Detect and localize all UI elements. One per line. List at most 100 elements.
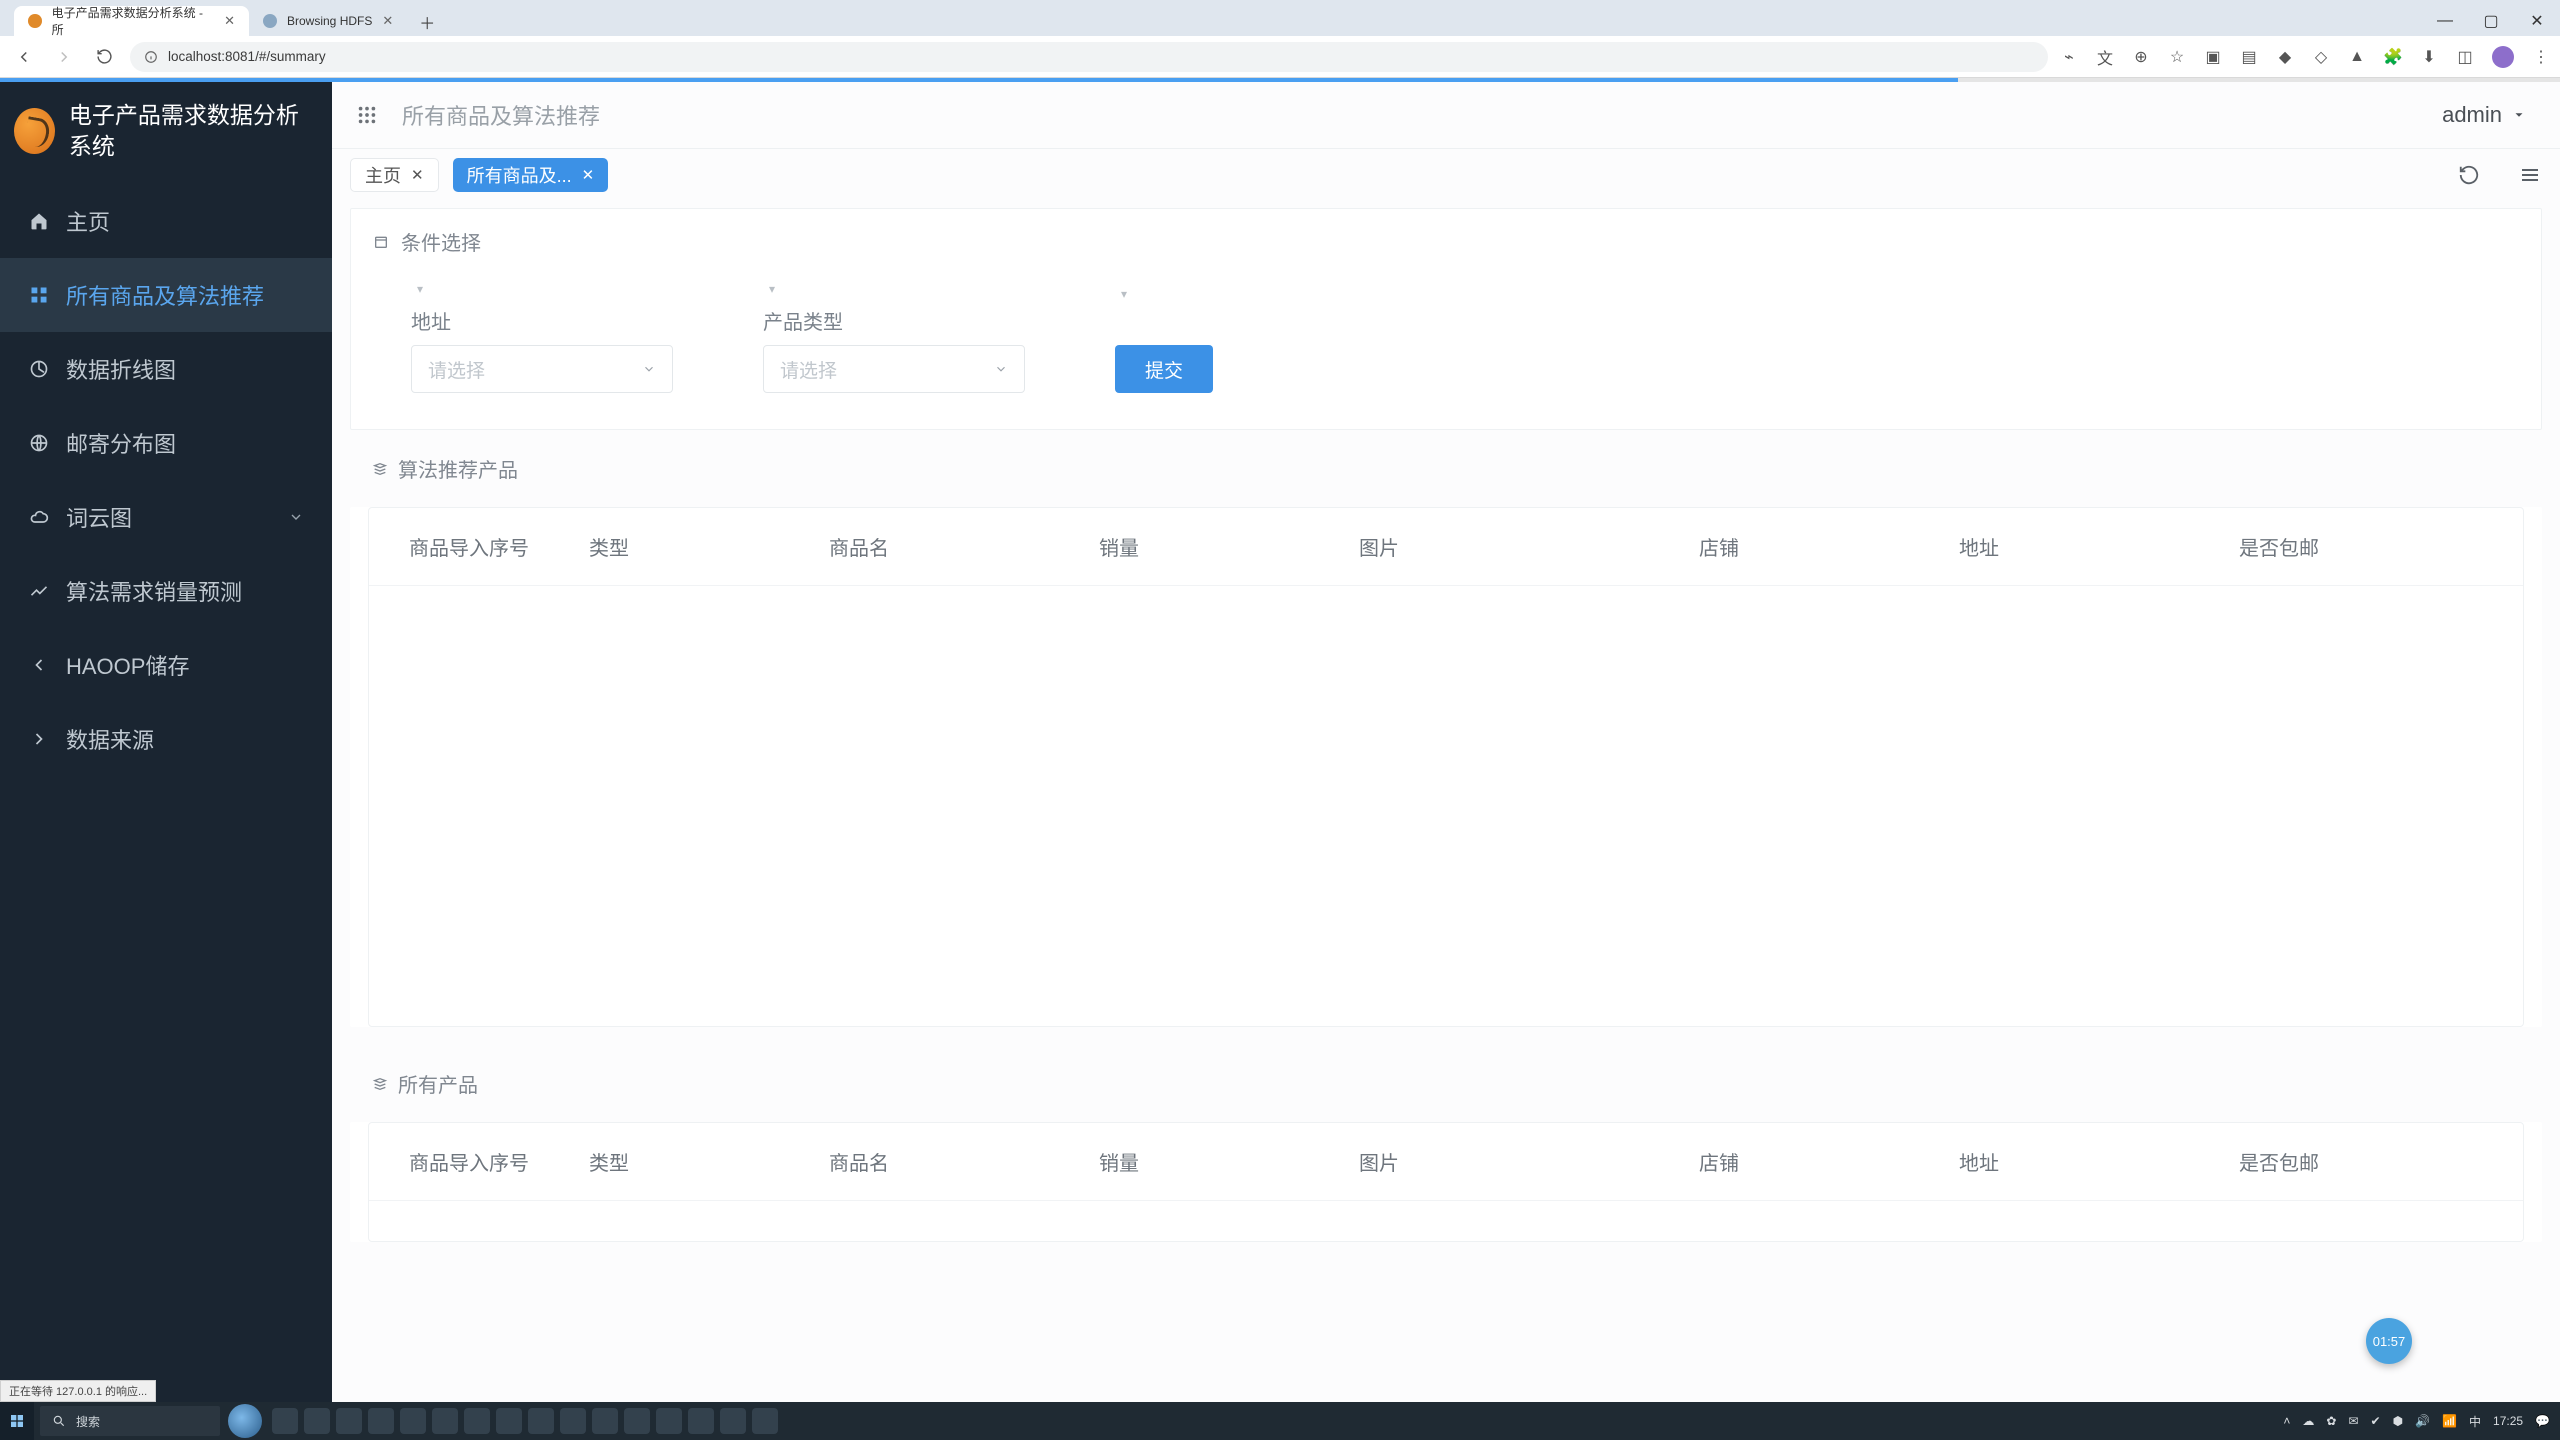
forward-button[interactable] xyxy=(50,43,78,71)
filter-panel: 条件选择 ▾ 地址 请选择 ▾ 产品类型 xyxy=(350,208,2542,430)
kebab-icon[interactable]: ⋮ xyxy=(2532,48,2550,66)
select-placeholder: 请选择 xyxy=(428,356,485,383)
taskbar-app-icon[interactable] xyxy=(720,1408,746,1434)
tray-icon[interactable]: ✿ xyxy=(2326,1414,2336,1428)
taskbar-time[interactable]: 17:25 xyxy=(2493,1414,2523,1428)
taskbar-app-icon[interactable] xyxy=(272,1408,298,1434)
close-icon[interactable]: ✕ xyxy=(582,166,595,184)
taskbar-app-icon[interactable] xyxy=(560,1408,586,1434)
url-field[interactable]: localhost:8081/#/summary xyxy=(130,42,2048,72)
star-icon[interactable]: ☆ xyxy=(2168,48,2186,66)
sidebar-item-home[interactable]: 主页 xyxy=(0,184,332,258)
taskbar-app-icon[interactable] xyxy=(624,1408,650,1434)
sidebar-item-data-source[interactable]: 数据来源 xyxy=(0,702,332,776)
tray-icon[interactable]: ⬢ xyxy=(2393,1414,2403,1428)
taskbar-app-icon[interactable] xyxy=(464,1408,490,1434)
taskbar-app-icon[interactable] xyxy=(304,1408,330,1434)
chevron-down-icon xyxy=(642,362,656,376)
taskbar-app-icon[interactable] xyxy=(752,1408,778,1434)
new-tab-button[interactable]: ＋ xyxy=(413,8,441,36)
taskbar-app-icon[interactable] xyxy=(592,1408,618,1434)
sidebar-item-label: 数据折线图 xyxy=(66,353,176,385)
taskbar-app-icon[interactable] xyxy=(432,1408,458,1434)
reload-button[interactable] xyxy=(90,43,118,71)
status-strip: 正在等待 127.0.0.1 的响应... xyxy=(0,1380,156,1402)
taskbar-app-icon[interactable] xyxy=(496,1408,522,1434)
ext-4-icon[interactable]: ◇ xyxy=(2312,48,2330,66)
rec-table: 商品导入序号 类型 商品名 销量 图片 店铺 地址 是否包邮 xyxy=(368,507,2524,1027)
ext-5-icon[interactable]: ▲ xyxy=(2348,48,2366,66)
all-panel: 商品导入序号 类型 商品名 销量 图片 店铺 地址 是否包邮 xyxy=(350,1122,2542,1242)
taskbar-app-icon[interactable] xyxy=(656,1408,682,1434)
sidepanel-icon[interactable]: ◫ xyxy=(2456,48,2474,66)
trend-icon xyxy=(28,581,50,601)
sidebar-item-hadoop[interactable]: HAOOP储存 xyxy=(0,628,332,702)
sidebar-item-all-products[interactable]: 所有商品及算法推荐 xyxy=(0,258,332,332)
minimize-button[interactable]: — xyxy=(2422,6,2468,36)
settings-lines-icon[interactable] xyxy=(2518,163,2542,187)
float-timer-badge[interactable]: 01:57 xyxy=(2366,1318,2412,1364)
brand-logo-icon xyxy=(14,108,55,154)
zoom-icon[interactable]: ⊕ xyxy=(2132,48,2150,66)
user-menu[interactable]: admin xyxy=(2442,102,2526,128)
address-select[interactable]: 请选择 xyxy=(411,345,673,393)
download-icon[interactable]: ⬇ xyxy=(2420,48,2438,66)
arrow-right-icon xyxy=(28,729,50,749)
taskbar-app-icon[interactable] xyxy=(688,1408,714,1434)
loading-progress xyxy=(0,78,2560,82)
tray-chevron-icon[interactable]: ˄ xyxy=(2283,1414,2290,1428)
sidebar-item-forecast[interactable]: 算法需求销量预测 xyxy=(0,554,332,628)
chevron-down-icon xyxy=(994,362,1008,376)
taskbar-app-icon[interactable] xyxy=(400,1408,426,1434)
submit-button[interactable]: 提交 xyxy=(1115,345,1213,393)
page-tab-home[interactable]: 主页 ✕ xyxy=(350,158,439,192)
sidebar-item-wordcloud[interactable]: 词云图 xyxy=(0,480,332,554)
tray-icon[interactable]: ✉ xyxy=(2348,1414,2358,1428)
sidebar-item-mail-map[interactable]: 邮寄分布图 xyxy=(0,406,332,480)
col-image: 图片 xyxy=(1359,532,1699,561)
profile-avatar[interactable] xyxy=(2492,46,2514,68)
news-widget-icon[interactable] xyxy=(228,1404,262,1438)
close-window-button[interactable]: ✕ xyxy=(2514,6,2560,36)
notification-icon[interactable]: 💬 xyxy=(2535,1414,2550,1428)
browser-tab-active[interactable]: 电子产品需求数据分析系统 - 所 ✕ xyxy=(14,6,249,36)
taskbar-app-icon[interactable] xyxy=(368,1408,394,1434)
product-type-label: 产品类型 xyxy=(763,306,1025,335)
tray-icon[interactable]: 📶 xyxy=(2442,1414,2457,1428)
apps-icon[interactable] xyxy=(356,104,378,126)
favicon-icon xyxy=(263,14,277,28)
ext-3-icon[interactable]: ◆ xyxy=(2276,48,2294,66)
translate-icon[interactable]: 文 xyxy=(2096,48,2114,66)
tab-title: Browsing HDFS xyxy=(287,14,372,28)
all-section-header: 所有产品 xyxy=(350,1045,2542,1104)
ime-indicator[interactable]: 中 xyxy=(2469,1413,2481,1430)
ext-1-icon[interactable]: ▣ xyxy=(2204,48,2222,66)
start-button[interactable] xyxy=(0,1402,34,1440)
float-timer-text: 01:57 xyxy=(2373,1334,2406,1349)
tray-icon[interactable]: ☁ xyxy=(2302,1414,2314,1428)
col-free-ship: 是否包邮 xyxy=(2239,1147,2483,1176)
tray-icon[interactable]: ✔ xyxy=(2371,1414,2381,1428)
taskbar-search[interactable]: 搜索 xyxy=(40,1406,220,1436)
extensions-icon[interactable]: 🧩 xyxy=(2384,48,2402,66)
key-icon[interactable]: ⌁ xyxy=(2060,48,2078,66)
product-type-select[interactable]: 请选择 xyxy=(763,345,1025,393)
col-import-seq: 商品导入序号 xyxy=(409,1147,589,1176)
sidebar: 电子产品需求数据分析系统 主页 所有商品及算法推荐 数据折线图 xyxy=(0,82,332,1402)
browser-tab[interactable]: Browsing HDFS ✕ xyxy=(249,6,407,36)
ext-2-icon[interactable]: ▤ xyxy=(2240,48,2258,66)
refresh-button[interactable] xyxy=(2458,164,2480,186)
page-tab-current[interactable]: 所有商品及... ✕ xyxy=(453,158,609,192)
back-button[interactable] xyxy=(10,43,38,71)
col-type: 类型 xyxy=(589,532,829,561)
tray-icon[interactable]: 🔊 xyxy=(2415,1414,2430,1428)
sidebar-item-label: 数据来源 xyxy=(66,723,154,755)
site-info-icon[interactable] xyxy=(144,50,158,64)
maximize-button[interactable]: ▢ xyxy=(2468,6,2514,36)
taskbar-app-icon[interactable] xyxy=(528,1408,554,1434)
close-icon[interactable]: ✕ xyxy=(224,13,235,29)
taskbar-app-icon[interactable] xyxy=(336,1408,362,1434)
close-icon[interactable]: ✕ xyxy=(382,13,393,29)
sidebar-item-line-chart[interactable]: 数据折线图 xyxy=(0,332,332,406)
close-icon[interactable]: ✕ xyxy=(411,166,424,184)
